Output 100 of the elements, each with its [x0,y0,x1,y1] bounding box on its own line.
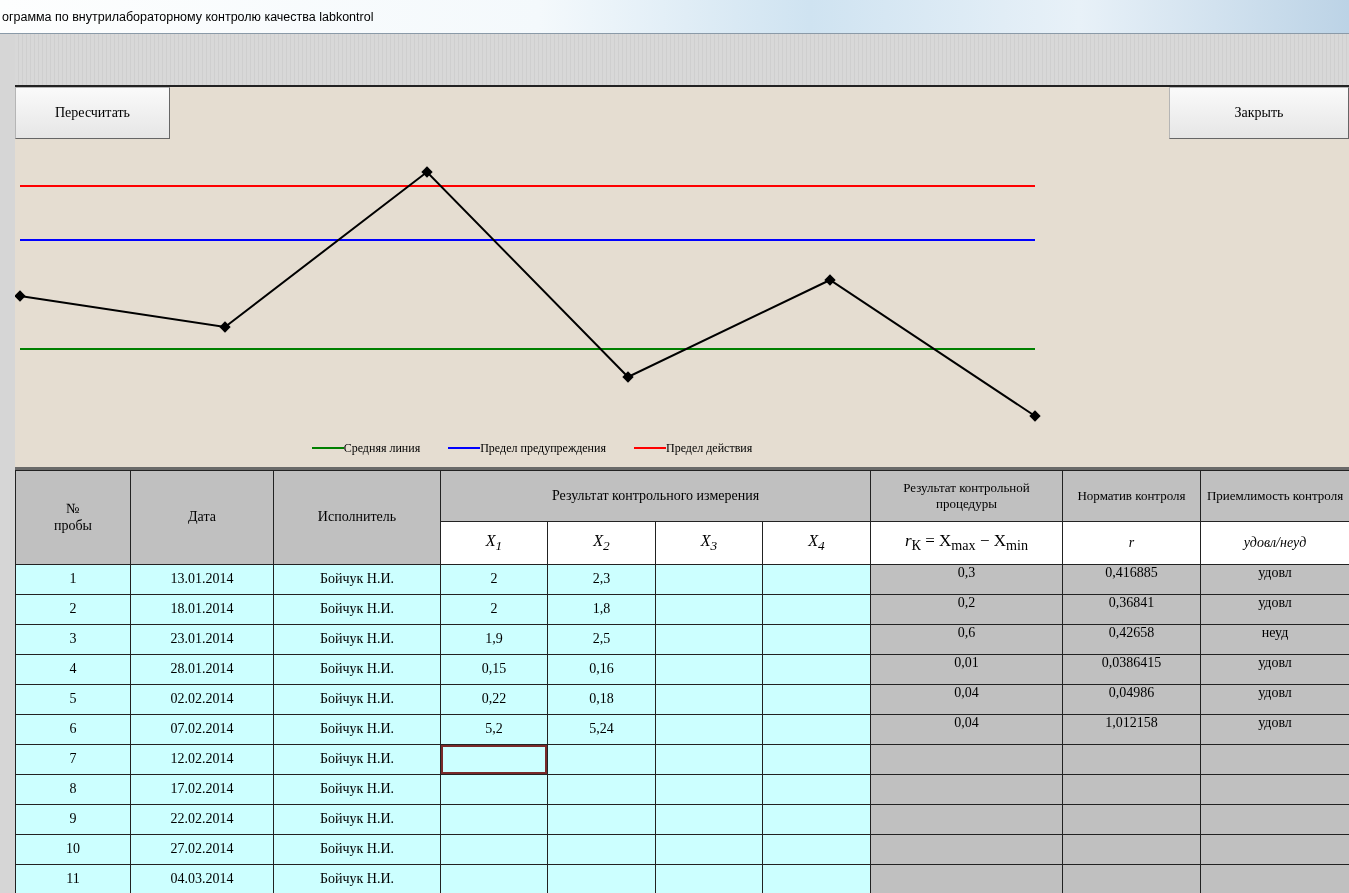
input-cell[interactable] [547,744,656,775]
input-cell[interactable] [655,744,763,775]
input-cell[interactable] [655,714,763,745]
data-point [1029,409,1041,422]
table-cell: 0,01 [870,654,1063,685]
table-cell: Бойчук Н.И. [273,654,441,685]
input-cell[interactable] [655,684,763,715]
column-header: № пробы [15,470,131,565]
formula-header: r$_{К}$ = X$_{max}$ − X$_{min}$ [870,521,1063,565]
table-cell: 0,3 [870,564,1063,595]
table-cell: 07.02.2014 [130,714,274,745]
table-cell: 23.01.2014 [130,624,274,655]
input-cell[interactable] [762,624,871,655]
column-header: r [1062,521,1201,565]
input-cell[interactable] [655,774,763,805]
input-cell[interactable]: 2 [440,594,548,625]
input-cell[interactable] [547,774,656,805]
table-cell: 2 [15,594,131,625]
input-cell[interactable] [762,594,871,625]
table-cell: 0,04 [870,684,1063,715]
table-cell: 0,04986 [1062,684,1201,715]
column-header: X$_{1}$ [440,521,548,565]
input-cell[interactable] [655,594,763,625]
input-cell[interactable]: 2,3 [547,564,656,595]
table-cell: 4 [15,654,131,685]
input-cell[interactable] [547,864,656,893]
column-header: X$_{3}$ [655,521,763,565]
table-cell: Бойчук Н.И. [273,564,441,595]
column-header: Приемлимость контроля [1200,470,1349,522]
table-cell: Бойчук Н.И. [273,864,441,893]
close-button[interactable]: Закрыть [1169,87,1349,139]
table-cell: Бойчук Н.И. [273,684,441,715]
input-cell[interactable]: 2 [440,564,548,595]
input-cell[interactable]: 0,22 [440,684,548,715]
input-cell[interactable] [655,654,763,685]
input-cell[interactable] [547,834,656,865]
input-cell[interactable] [440,864,548,893]
input-cell[interactable] [655,834,763,865]
input-cell[interactable] [762,564,871,595]
input-cell[interactable] [655,804,763,835]
input-cell[interactable]: 5,2 [440,714,548,745]
table-cell: 13.01.2014 [130,564,274,595]
input-cell[interactable] [655,624,763,655]
table-cell: 8 [15,774,131,805]
table-cell: 04.03.2014 [130,864,274,893]
table-cell: 7 [15,744,131,775]
legend-label: Средняя линия [343,440,421,456]
table-cell: Бойчук Н.И. [273,744,441,775]
data-point [15,289,26,302]
input-cell[interactable] [762,654,871,685]
input-cell[interactable]: 1,8 [547,594,656,625]
table-cell: 17.02.2014 [130,774,274,805]
table-cell: 0,0386415 [1062,654,1201,685]
table-cell: Бойчук Н.И. [273,804,441,835]
table-cell: 02.02.2014 [130,684,274,715]
input-cell[interactable] [655,864,763,893]
recalculate-button[interactable]: Пересчитать [15,87,170,139]
data-point [824,273,836,286]
table-cell: 9 [15,804,131,835]
input-cell[interactable] [440,744,548,775]
table-cell: 0,42658 [1062,624,1201,655]
input-cell[interactable] [440,774,548,805]
column-header: Результат контрольной процедуры [870,470,1063,522]
input-cell[interactable] [762,744,871,775]
input-cell[interactable] [440,834,548,865]
legend-label: Предел предупреждения [480,440,606,456]
table-cell: 10 [15,834,131,865]
table-cell: удовл [1200,564,1349,595]
input-cell[interactable] [762,864,871,893]
table-cell: Бойчук Н.И. [273,774,441,805]
table-cell: удовл [1200,654,1349,685]
table-cell: 6 [15,714,131,745]
data-point [421,165,433,178]
column-header: Результат контрольного измерения [440,470,871,522]
table-cell: 11 [15,864,131,893]
input-cell[interactable] [655,564,763,595]
input-cell[interactable]: 5,24 [547,714,656,745]
input-cell[interactable] [547,804,656,835]
column-header: удовл/неуд [1200,521,1349,565]
column-header: X$_{4}$ [762,521,871,565]
input-cell[interactable] [762,834,871,865]
input-cell[interactable] [762,804,871,835]
input-cell[interactable]: 0,18 [547,684,656,715]
table-cell: 0,2 [870,594,1063,625]
column-header: X$_{2}$ [547,521,656,565]
input-cell[interactable] [440,804,548,835]
input-cell[interactable] [762,774,871,805]
input-cell[interactable]: 1,9 [440,624,548,655]
column-header: Норматив контроля [1062,470,1201,522]
input-cell[interactable]: 2,5 [547,624,656,655]
input-cell[interactable]: 0,15 [440,654,548,685]
input-cell[interactable] [762,714,871,745]
table-cell: 0,6 [870,624,1063,655]
column-header: Дата [130,470,274,565]
table-cell: 18.01.2014 [130,594,274,625]
input-cell[interactable]: 0,16 [547,654,656,685]
table-cell: 1 [15,564,131,595]
table-cell: 28.01.2014 [130,654,274,685]
input-cell[interactable] [762,684,871,715]
table-cell: 3 [15,624,131,655]
